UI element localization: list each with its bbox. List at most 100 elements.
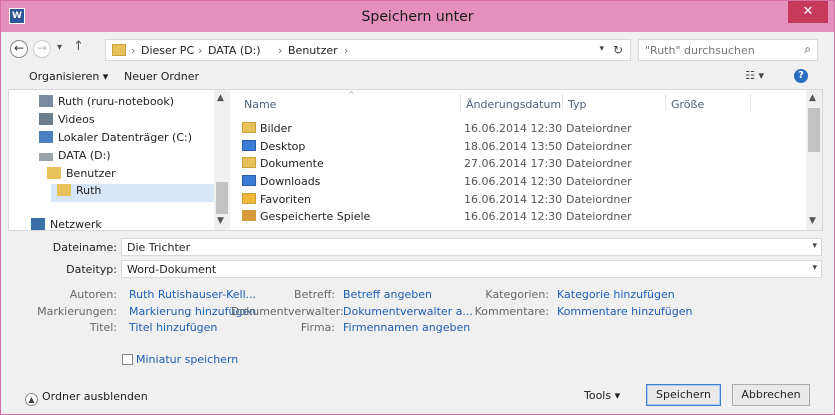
manager-field[interactable]: Dokumentverwalter a... — [343, 305, 473, 318]
title-field[interactable]: Titel hinzufügen — [129, 321, 217, 334]
checkbox-icon[interactable] — [122, 354, 133, 365]
column-divider[interactable] — [562, 94, 563, 110]
network-icon — [31, 218, 45, 230]
column-divider[interactable] — [460, 94, 461, 110]
videos-folder-icon — [39, 113, 53, 125]
folder-icon — [47, 167, 61, 179]
authors-label: Autoren: — [69, 288, 117, 301]
file-list-pane: ^ Name Änderungsdatum Typ Größe Bilder 1… — [230, 90, 822, 230]
browser-panes: Ruth (ruru-notebook) Videos Lokaler Date… — [8, 89, 823, 231]
folder-icon — [57, 184, 71, 196]
file-row[interactable]: Bilder 16.06.2014 12:30 Dateiordner — [242, 122, 802, 138]
refresh-icon[interactable]: ↻ — [613, 43, 623, 57]
chevron-up-icon: ▲ — [25, 393, 38, 406]
dialog-footer: ▲ Ordner ausblenden Tools ▾ Speichern Abb… — [1, 379, 834, 414]
breadcrumb-separator: › — [131, 44, 136, 57]
comments-field[interactable]: Kommentare hinzufügen — [557, 305, 692, 318]
breadcrumb-separator: › — [198, 44, 203, 57]
subject-field[interactable]: Betreff angeben — [343, 288, 432, 301]
breadcrumb-benutzer[interactable]: Benutzer — [288, 44, 338, 57]
forward-button[interactable]: → — [33, 40, 51, 58]
change-view-button[interactable]: ☷ ▾ — [745, 69, 764, 82]
drive-icon — [39, 153, 53, 161]
folder-icon — [112, 44, 126, 56]
scroll-down-icon[interactable]: ▼ — [217, 216, 224, 226]
up-button[interactable]: ↑ — [73, 39, 84, 54]
breadcrumb-separator: › — [278, 44, 283, 57]
filetype-select[interactable]: Word-Dokument ▾ — [121, 260, 822, 278]
file-row[interactable]: Desktop 18.06.2014 13:50 Dateiordner — [242, 140, 802, 156]
nav-item-netzwerk[interactable]: Netzwerk — [31, 218, 102, 230]
manager-label: Dokumentverwalter: — [231, 305, 344, 318]
scroll-up-icon[interactable]: ▲ — [809, 93, 816, 103]
recent-locations-button[interactable]: ▾ — [57, 42, 62, 53]
dialog-title: Speichern unter — [361, 9, 474, 25]
address-bar-row: ← → ▾ ↑ › Dieser PC › DATA (D:) › Benutz… — [1, 36, 834, 64]
favorites-folder-icon — [242, 193, 256, 204]
column-header-type[interactable]: Typ — [568, 98, 587, 111]
chevron-down-icon[interactable]: ▾ — [599, 44, 604, 54]
title-bar: W Speichern unter ✕ — [1, 1, 834, 32]
file-list-scrollbar[interactable]: ▲ ▼ — [806, 90, 822, 230]
nav-item-benutzer[interactable]: Benutzer — [47, 167, 116, 185]
hide-folders-button[interactable]: ▲ Ordner ausblenden — [25, 390, 148, 406]
back-button[interactable]: ← — [10, 40, 28, 58]
scrollbar-thumb[interactable] — [808, 108, 820, 152]
new-folder-button[interactable]: Neuer Ordner — [124, 70, 199, 83]
company-field[interactable]: Firmennamen angeben — [343, 321, 470, 334]
filename-value[interactable]: Die Trichter — [127, 241, 190, 254]
save-button[interactable]: Speichern — [646, 384, 721, 406]
downloads-folder-icon — [242, 175, 256, 186]
save-as-dialog: W Speichern unter ✕ ← → ▾ ↑ › Dieser PC … — [0, 0, 835, 415]
scroll-up-icon[interactable]: ▲ — [217, 93, 224, 103]
command-bar: Organisieren ▾ Neuer Ordner ☷ ▾ ? — [1, 67, 834, 87]
categories-field[interactable]: Kategorie hinzufügen — [557, 288, 675, 301]
column-header-date[interactable]: Änderungsdatum — [466, 98, 561, 111]
network-computer-icon — [39, 95, 53, 107]
organize-button[interactable]: Organisieren ▾ — [29, 70, 108, 83]
comments-label: Kommentare: — [474, 305, 549, 318]
nav-item-local-drive-c[interactable]: Lokaler Datenträger (C:) — [39, 131, 192, 149]
scroll-down-icon[interactable]: ▼ — [809, 216, 816, 226]
search-input[interactable] — [645, 43, 785, 57]
save-thumbnail-checkbox[interactable]: Miniatur speichern — [122, 353, 238, 366]
filetype-label: Dateityp: — [66, 263, 117, 276]
tools-dropdown[interactable]: Tools ▾ — [584, 389, 620, 402]
navigation-scrollbar[interactable]: ▲ ▼ — [214, 90, 230, 230]
chevron-down-icon[interactable]: ▾ — [812, 241, 817, 251]
file-row[interactable]: Gespeicherte Spiele 16.06.2014 12:30 Dat… — [242, 210, 802, 226]
search-icon[interactable]: ⌕ — [804, 42, 811, 57]
sort-indicator-icon: ^ — [348, 90, 355, 99]
chevron-down-icon[interactable]: ▾ — [812, 263, 817, 273]
subject-label: Betreff: — [294, 288, 335, 301]
column-divider[interactable] — [750, 94, 751, 110]
navigation-pane: Ruth (ruru-notebook) Videos Lokaler Date… — [9, 90, 230, 230]
scrollbar-thumb[interactable] — [216, 182, 228, 214]
company-label: Firma: — [300, 321, 335, 334]
saved-games-folder-icon — [242, 210, 256, 221]
filename-field[interactable]: Die Trichter ▾ — [121, 238, 822, 256]
breadcrumb-data-drive[interactable]: DATA (D:) — [208, 44, 261, 57]
cancel-button[interactable]: Abbrechen — [732, 384, 810, 406]
file-row[interactable]: Dokumente 27.06.2014 17:30 Dateiordner — [242, 157, 802, 173]
breadcrumb-this-pc[interactable]: Dieser PC — [141, 44, 194, 57]
help-icon[interactable]: ? — [794, 69, 808, 83]
nav-item-videos[interactable]: Videos — [39, 113, 95, 131]
column-header-size[interactable]: Größe — [671, 98, 704, 111]
file-row[interactable]: Favoriten 16.06.2014 12:30 Dateiordner — [242, 193, 802, 209]
tags-label: Markierungen: — [37, 305, 117, 318]
column-divider[interactable] — [665, 94, 666, 110]
categories-label: Kategorien: — [485, 288, 549, 301]
windows-drive-icon — [39, 131, 53, 143]
nav-item-ruth-notebook[interactable]: Ruth (ruru-notebook) — [39, 95, 174, 113]
nav-item-ruth[interactable]: Ruth — [51, 184, 214, 202]
search-box[interactable]: ⌕ — [638, 39, 818, 61]
desktop-folder-icon — [242, 140, 256, 151]
column-header-name[interactable]: Name — [244, 98, 276, 111]
address-field[interactable]: › Dieser PC › DATA (D:) › Benutzer › ▾ ↻ — [105, 39, 631, 61]
file-row[interactable]: Downloads 16.06.2014 12:30 Dateiordner — [242, 175, 802, 191]
close-button[interactable]: ✕ — [788, 1, 828, 23]
title-label: Titel: — [89, 321, 117, 334]
nav-item-data-drive[interactable]: DATA (D:) — [39, 149, 111, 167]
filetype-value: Word-Dokument — [127, 263, 217, 276]
